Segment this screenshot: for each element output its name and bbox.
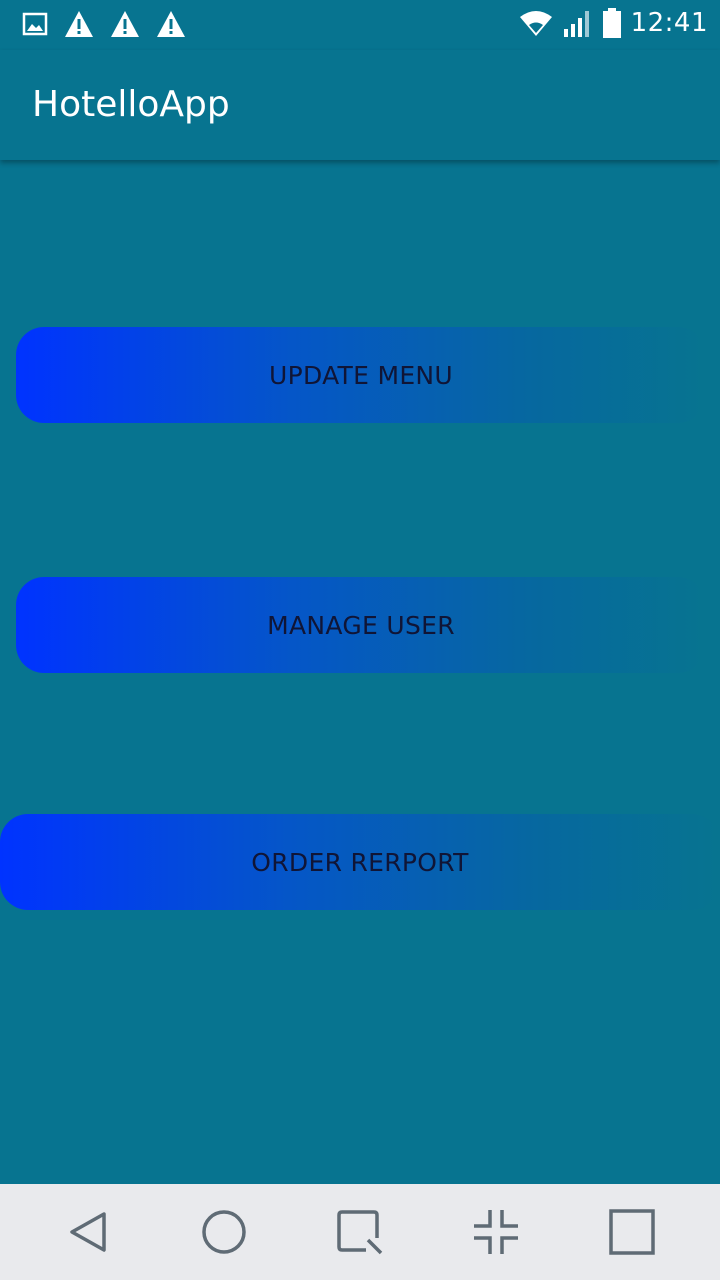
warning-icon xyxy=(111,11,139,37)
warning-icon xyxy=(157,11,185,37)
update-menu-button[interactable]: UPDATE MENU xyxy=(16,327,706,423)
warning-icon xyxy=(65,11,93,37)
battery-icon xyxy=(602,8,621,38)
manage-user-label: MANAGE USER xyxy=(267,610,455,640)
system-icons: 12:41 xyxy=(519,8,708,38)
back-icon[interactable] xyxy=(64,1208,112,1256)
update-menu-label: UPDATE MENU xyxy=(268,360,454,390)
wifi-icon xyxy=(519,11,552,36)
order-report-button[interactable]: ORDER RERPORT xyxy=(0,814,720,910)
signal-icon xyxy=(563,11,589,37)
navigation-bar xyxy=(0,1184,720,1280)
status-time: 12:41 xyxy=(630,8,708,38)
manage-user-button[interactable]: MANAGE USER xyxy=(16,577,706,673)
collapse-icon[interactable] xyxy=(472,1208,520,1256)
home-icon[interactable] xyxy=(200,1208,248,1256)
square-icon[interactable] xyxy=(608,1208,656,1256)
notification-icons xyxy=(22,10,186,38)
app-title: HotelloApp xyxy=(32,84,230,125)
recents-icon[interactable] xyxy=(336,1208,384,1256)
gallery-icon xyxy=(22,12,48,36)
app-bar: HotelloApp xyxy=(0,50,720,160)
status-bar: 12:41 xyxy=(0,0,720,50)
order-report-label: ORDER RERPORT xyxy=(251,847,469,877)
